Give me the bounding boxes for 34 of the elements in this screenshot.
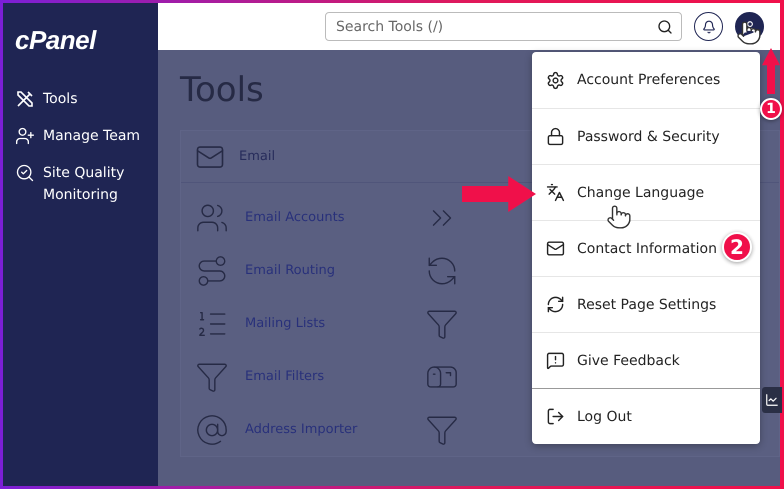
feedback-icon: [546, 351, 565, 370]
menu-item[interactable]: Log Out: [532, 388, 760, 444]
user-plus-icon: [15, 126, 35, 146]
chart-button[interactable]: [762, 387, 782, 413]
hand-cursor-icon: [606, 204, 632, 230]
hand-cursor-icon: [736, 20, 762, 46]
pointer-arrow: [762, 48, 780, 94]
magnifier-check-icon: [15, 163, 35, 183]
sidebar-item-label: Tools: [43, 90, 78, 109]
page-title: Tools: [180, 70, 264, 110]
sidebar-item[interactable]: Tools: [15, 88, 146, 110]
at-sign-icon: [195, 412, 229, 446]
cpanel-logo[interactable]: cPanel: [15, 25, 146, 56]
sidebar-item[interactable]: Site Quality Monitoring: [15, 162, 146, 206]
logout-icon: [546, 407, 565, 426]
sidebar-item-label: Site Quality Monitoring: [43, 164, 126, 205]
tools-icon: [15, 89, 35, 109]
refresh-icon: [546, 295, 565, 314]
menu-item[interactable]: Give Feedback: [532, 332, 760, 388]
user-icon: [742, 20, 756, 34]
menu-item[interactable]: Reset Page Settings: [532, 276, 760, 332]
chart-icon: [765, 393, 779, 407]
search-icon: [657, 18, 673, 34]
search-field[interactable]: Search Tools (/): [325, 12, 682, 41]
sidebar-item-label: Manage Team: [43, 127, 140, 146]
menu-item[interactable]: Password & Security: [532, 108, 760, 164]
envelope-icon: [546, 239, 565, 258]
sidebar-item[interactable]: Manage Team: [15, 125, 146, 147]
menu-item[interactable]: Account Preferences: [532, 52, 760, 108]
lock-icon: [546, 127, 565, 146]
language-icon: [546, 183, 565, 202]
settings-icon: [546, 70, 565, 90]
bell-icon: [702, 20, 716, 34]
notifications-button[interactable]: [694, 12, 723, 41]
